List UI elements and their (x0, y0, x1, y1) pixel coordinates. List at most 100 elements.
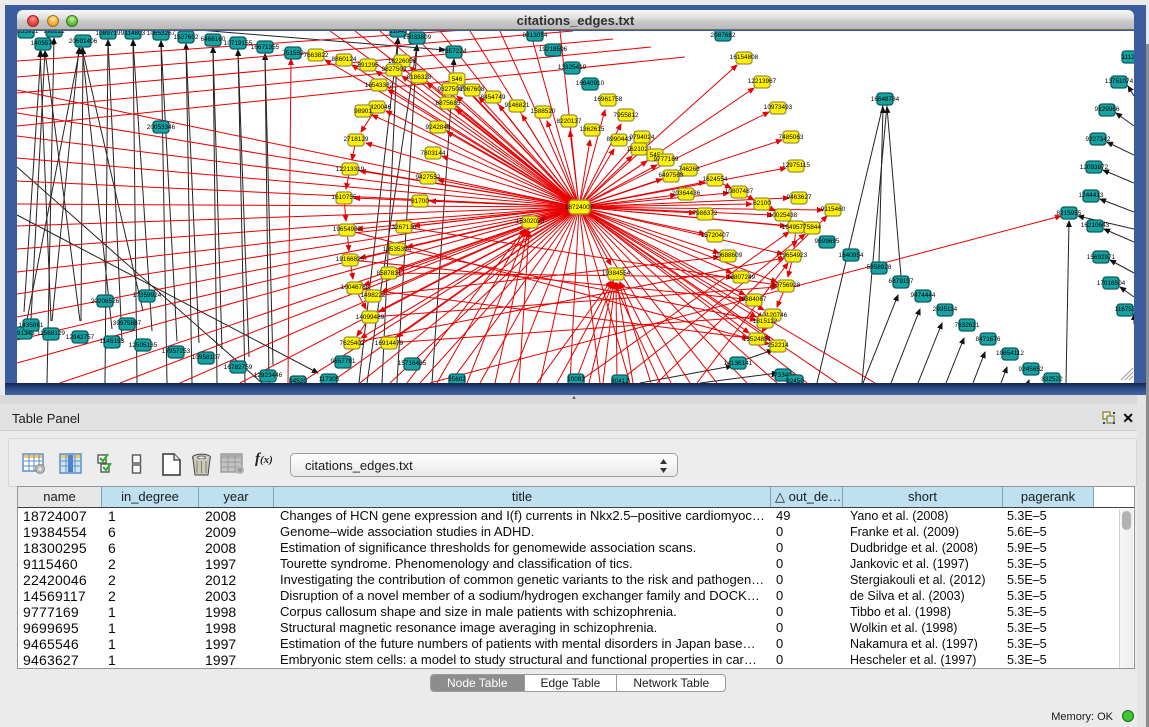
svg-text:16671355: 16671355 (251, 44, 280, 51)
svg-text:16914479: 16914479 (375, 340, 404, 347)
svg-text:7857224: 7857224 (442, 48, 467, 55)
svg-text:12093872: 12093872 (1080, 164, 1109, 171)
svg-text:9794024: 9794024 (630, 134, 655, 141)
svg-text:7663822: 7663822 (304, 52, 329, 59)
svg-text:12213967: 12213967 (748, 78, 777, 85)
svg-text:20053346: 20053346 (147, 124, 176, 131)
svg-text:9227342: 9227342 (1086, 136, 1111, 143)
svg-text:81700: 81700 (411, 198, 429, 205)
svg-text:117305: 117305 (319, 376, 340, 383)
svg-text:6497568: 6497568 (659, 172, 684, 179)
svg-text:8186328: 8186328 (407, 74, 432, 81)
svg-text:8471676: 8471676 (976, 336, 1001, 343)
svg-text:10756928: 10756928 (772, 282, 801, 289)
svg-text:13535394: 13535394 (383, 246, 412, 253)
svg-text:5958928: 5958928 (867, 264, 892, 271)
svg-text:19654982: 19654982 (333, 226, 362, 233)
svg-text:19384554: 19384554 (602, 270, 631, 277)
svg-text:14136141: 14136141 (724, 360, 753, 367)
svg-text:7632621: 7632621 (955, 322, 980, 329)
svg-text:9699695: 9699695 (815, 238, 840, 245)
svg-text:9463627: 9463627 (787, 194, 812, 201)
svg-text:2718129: 2718129 (344, 136, 369, 143)
svg-text:19166825: 19166825 (336, 256, 365, 263)
svg-text:12213319: 12213319 (336, 166, 365, 173)
svg-text:1610755: 1610755 (332, 194, 357, 201)
svg-text:6879197: 6879197 (889, 278, 914, 285)
svg-text:16543382: 16543382 (365, 82, 394, 89)
svg-text:17359924: 17359924 (133, 292, 162, 299)
svg-text:1640954: 1640954 (839, 252, 864, 259)
svg-text:1362615: 1362615 (580, 126, 605, 133)
svg-text:891295: 891295 (357, 62, 379, 69)
svg-text:8860124: 8860124 (332, 56, 357, 63)
svg-text:10688609: 10688609 (714, 252, 743, 259)
svg-text:10654112: 10654112 (996, 350, 1024, 357)
svg-text:7986372: 7986372 (693, 210, 718, 217)
svg-text:546: 546 (452, 76, 463, 83)
svg-text:1145193: 1145193 (100, 338, 125, 345)
svg-text:10025438: 10025438 (769, 212, 798, 219)
svg-text:9827503: 9827503 (382, 66, 407, 73)
svg-text:8220137: 8220137 (557, 118, 582, 125)
svg-text:1498222: 1498222 (361, 292, 386, 299)
svg-text:92450: 92450 (786, 378, 804, 383)
svg-text:9242848: 9242848 (426, 124, 451, 131)
svg-text:19218506: 19218506 (539, 46, 568, 53)
svg-text:13325419: 13325419 (558, 64, 587, 71)
svg-text:751552: 751552 (282, 50, 304, 57)
svg-text:7485063: 7485063 (779, 134, 804, 141)
svg-text:3267130: 3267130 (392, 224, 417, 231)
svg-text:8215955: 8215955 (1057, 210, 1082, 217)
svg-text:18724007: 18724007 (565, 204, 594, 211)
svg-text:10653267: 10653267 (147, 31, 176, 37)
svg-text:9146821: 9146821 (505, 102, 530, 109)
svg-text:94520: 94520 (289, 378, 307, 383)
svg-text:9777169: 9777169 (654, 156, 679, 163)
svg-text:75844: 75844 (803, 224, 821, 231)
svg-text:15692971: 15692971 (1087, 254, 1116, 261)
svg-text:1815112: 1815112 (753, 318, 778, 325)
svg-text:15720407: 15720407 (701, 232, 730, 239)
svg-text:9245652: 9245652 (1019, 366, 1044, 373)
svg-text:2935114: 2935114 (933, 306, 958, 313)
svg-text:20364436: 20364436 (672, 190, 701, 197)
svg-text:6466160: 6466160 (201, 36, 226, 43)
svg-text:16648784: 16648784 (871, 96, 900, 103)
svg-text:1588520: 1588520 (531, 108, 556, 115)
svg-text:10958107: 10958107 (192, 354, 221, 361)
svg-text:1435061: 1435061 (19, 322, 44, 329)
svg-text:9427552: 9427552 (416, 174, 441, 181)
svg-text:12975115: 12975115 (782, 162, 810, 169)
svg-text:10973493: 10973493 (764, 104, 793, 111)
svg-text:80412: 80412 (611, 378, 629, 383)
svg-text:35602: 35602 (448, 376, 466, 383)
svg-text:2967608: 2967608 (460, 86, 485, 93)
svg-text:10046788: 10046788 (341, 284, 370, 291)
svg-text:39975887: 39975887 (113, 320, 142, 327)
svg-text:1527602: 1527602 (174, 34, 199, 41)
svg-text:10807487: 10807487 (725, 188, 754, 195)
svg-text:18807249: 18807249 (727, 274, 756, 281)
svg-text:98901: 98901 (354, 108, 372, 115)
svg-text:832522: 832522 (1041, 376, 1063, 383)
svg-text:10083: 10083 (567, 376, 585, 383)
svg-text:12505135: 12505135 (129, 342, 158, 349)
svg-text:7625402: 7625402 (340, 340, 365, 347)
svg-text:8813054: 8813054 (523, 32, 548, 39)
svg-text:16033809: 16033809 (403, 34, 432, 41)
svg-text:12923446: 12923446 (254, 372, 283, 379)
svg-text:16782759: 16782759 (224, 364, 253, 371)
svg-text:16154808: 16154808 (730, 54, 759, 61)
svg-text:12942757: 12942757 (66, 334, 95, 341)
svg-text:1244413: 1244413 (1079, 192, 1104, 199)
svg-text:14099489: 14099489 (356, 314, 385, 321)
svg-text:9115460: 9115460 (821, 206, 846, 213)
svg-text:9129966: 9129966 (1095, 106, 1120, 113)
svg-text:9384067: 9384067 (742, 296, 767, 303)
svg-text:9474444: 9474444 (911, 292, 936, 299)
svg-text:1624554: 1624554 (703, 176, 728, 183)
svg-text:15716485: 15716485 (398, 360, 427, 367)
svg-text:17957253: 17957253 (162, 348, 191, 355)
svg-text:8875685: 8875685 (436, 100, 461, 107)
